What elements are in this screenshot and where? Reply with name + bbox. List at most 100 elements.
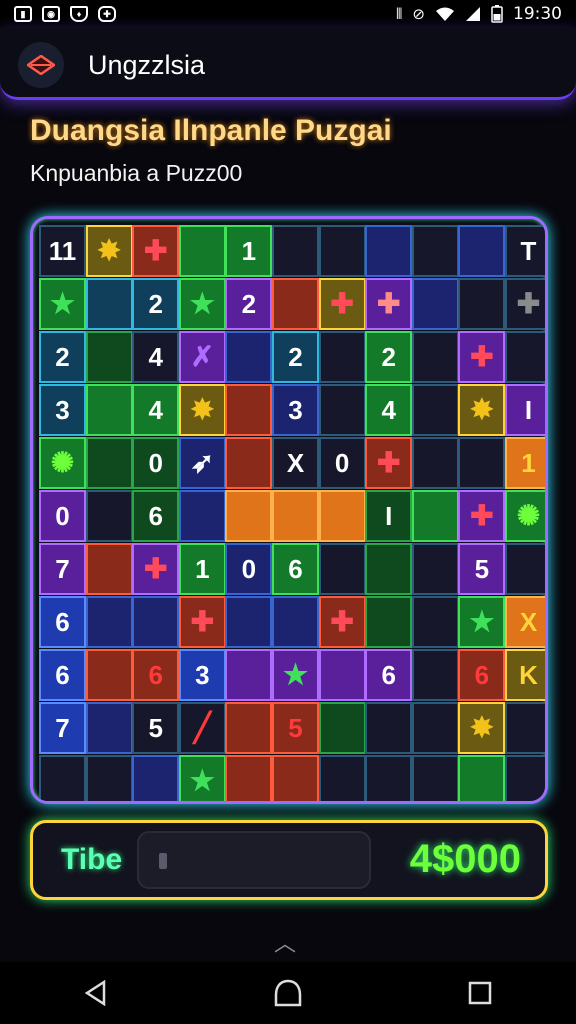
grid-cell[interactable] — [458, 225, 506, 277]
grid-cell[interactable] — [411, 384, 459, 436]
grid-cell[interactable]: 2 — [225, 278, 273, 330]
grid-cell[interactable]: ✚ — [178, 596, 226, 648]
grid-cell[interactable]: 7 — [39, 543, 86, 595]
grid-cell[interactable] — [365, 755, 413, 801]
grid-cell[interactable]: ★ — [458, 596, 506, 648]
grid-cell[interactable]: K — [505, 649, 545, 701]
grid-cell[interactable] — [318, 331, 366, 383]
grid-cell[interactable] — [225, 702, 273, 754]
grid-cell[interactable]: 6 — [39, 649, 86, 701]
grid-cell[interactable]: 2 — [39, 331, 86, 383]
grid-cell[interactable]: 1 — [178, 543, 226, 595]
grid-cell[interactable]: X — [272, 437, 319, 489]
grid-cell[interactable] — [85, 437, 133, 489]
grid-cell[interactable] — [458, 755, 506, 801]
grid-cell[interactable] — [505, 755, 545, 801]
grid-cell[interactable] — [505, 702, 545, 754]
grid-cell[interactable] — [411, 702, 459, 754]
grid-cell[interactable]: 6 — [458, 649, 506, 701]
grid-cell[interactable]: ✚ — [318, 278, 366, 330]
grid-cell[interactable]: ✚ — [132, 225, 180, 277]
grid-cell[interactable] — [411, 437, 459, 489]
grid-cell[interactable]: ★ — [39, 278, 86, 330]
grid-cell[interactable] — [85, 702, 133, 754]
grid-cell[interactable]: X — [505, 596, 545, 648]
grid-cell[interactable]: ✸ — [178, 384, 226, 436]
grid-cell[interactable] — [411, 225, 459, 277]
grid-cell[interactable]: 3 — [178, 649, 226, 701]
grid-cell[interactable]: 4 — [365, 384, 413, 436]
grid-cell[interactable]: 11 — [39, 225, 86, 277]
grid-cell[interactable] — [85, 649, 133, 701]
grid-cell[interactable] — [225, 384, 273, 436]
grid-cell[interactable] — [225, 649, 273, 701]
grid-cell[interactable] — [85, 596, 133, 648]
grid-cell[interactable] — [85, 543, 133, 595]
grid-cell[interactable]: ✚ — [505, 278, 545, 330]
grid-cell[interactable]: T — [505, 225, 545, 277]
recents-icon[interactable] — [450, 973, 510, 1013]
grid-cell[interactable] — [411, 543, 459, 595]
grid-cell[interactable] — [458, 278, 506, 330]
grid-cell[interactable]: ✚ — [458, 490, 506, 542]
grid-cell[interactable]: 1 — [225, 225, 273, 277]
grid-cell[interactable]: 6 — [132, 490, 180, 542]
grid-cell[interactable]: 6 — [365, 649, 413, 701]
grid-cell[interactable] — [272, 755, 319, 801]
grid-cell[interactable]: ✸ — [458, 384, 506, 436]
grid-cell[interactable]: ✸ — [458, 702, 506, 754]
grid-cell[interactable] — [458, 437, 506, 489]
grid-cell[interactable]: 4 — [132, 331, 180, 383]
grid-cell[interactable] — [318, 649, 366, 701]
grid-cell[interactable]: 5 — [272, 702, 319, 754]
back-icon[interactable] — [66, 973, 126, 1013]
grid-cell[interactable] — [272, 490, 319, 542]
grid-cell[interactable] — [225, 755, 273, 801]
grid-cell[interactable] — [411, 278, 459, 330]
grid-cell[interactable] — [365, 702, 413, 754]
grid-cell[interactable]: ✚ — [458, 331, 506, 383]
grid-cell[interactable] — [225, 437, 273, 489]
grid-cell[interactable]: 3 — [39, 384, 86, 436]
grid-cell[interactable]: 2 — [272, 331, 319, 383]
grid-cell[interactable]: ✺ — [505, 490, 545, 542]
grid-cell[interactable] — [411, 331, 459, 383]
grid-cell[interactable] — [365, 596, 413, 648]
grid-cell[interactable]: 0 — [318, 437, 366, 489]
grid-cell[interactable] — [85, 384, 133, 436]
grid-cell[interactable] — [318, 755, 366, 801]
grid-cell[interactable] — [178, 490, 226, 542]
grid-cell[interactable] — [225, 331, 273, 383]
grid-cell[interactable]: 0 — [39, 490, 86, 542]
grid-cell[interactable]: 5 — [458, 543, 506, 595]
grid-cell[interactable] — [85, 755, 133, 801]
grid-cell[interactable] — [365, 225, 413, 277]
grid-cell[interactable] — [85, 331, 133, 383]
grid-cell[interactable] — [225, 596, 273, 648]
grid-cell[interactable]: ➶ — [178, 437, 226, 489]
grid-cell[interactable] — [411, 596, 459, 648]
grid-cell[interactable] — [272, 596, 319, 648]
grid-cell[interactable] — [318, 490, 366, 542]
grid-cell[interactable]: 0 — [225, 543, 273, 595]
grid-cell[interactable] — [39, 755, 86, 801]
grid-cell[interactable]: ★ — [178, 278, 226, 330]
grid-cell[interactable]: ✸ — [85, 225, 133, 277]
grid-cell[interactable]: 6 — [39, 596, 86, 648]
grid-cell[interactable]: 6 — [272, 543, 319, 595]
grid-cell[interactable] — [132, 755, 180, 801]
grid-cell[interactable] — [318, 225, 366, 277]
chevron-up-icon[interactable]: ︿ — [274, 926, 296, 958]
grid-cell[interactable]: 1 — [505, 437, 545, 489]
grid-cell[interactable]: 3 — [272, 384, 319, 436]
grid-cell[interactable] — [272, 278, 319, 330]
grid-cell[interactable]: ✺ — [39, 437, 86, 489]
grid-cell[interactable]: 4 — [132, 384, 180, 436]
grid-cell[interactable] — [505, 331, 545, 383]
home-icon[interactable] — [258, 973, 318, 1013]
grid-cell[interactable]: I — [505, 384, 545, 436]
grid-cell[interactable]: ✗ — [178, 331, 226, 383]
grid-cell[interactable]: 7 — [39, 702, 86, 754]
grid-cell[interactable]: ✚ — [318, 596, 366, 648]
grid-cell[interactable]: ✚ — [132, 543, 180, 595]
